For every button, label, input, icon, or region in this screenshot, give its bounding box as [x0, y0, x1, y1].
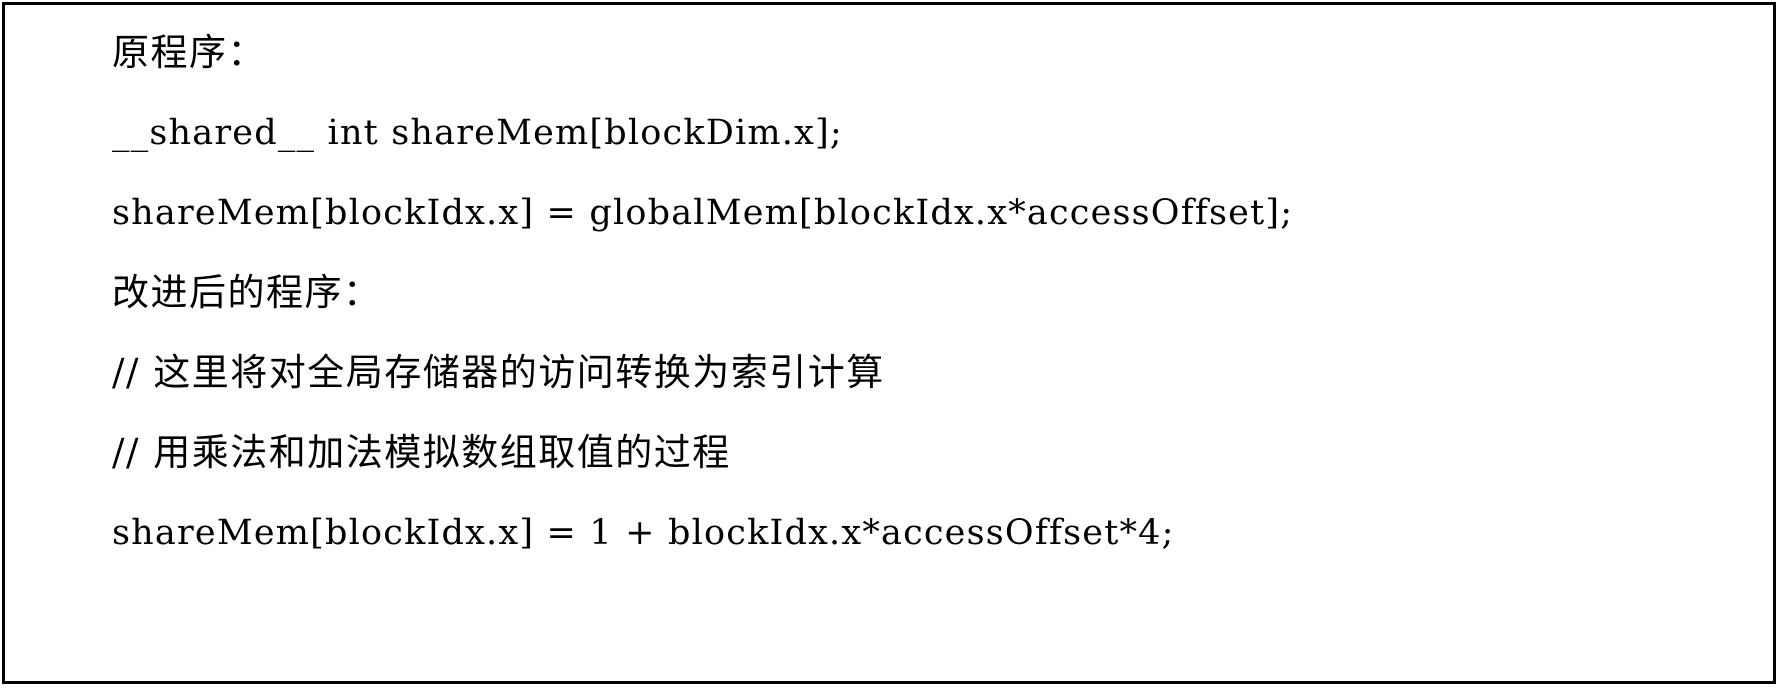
code-line-original-heading: 原程序：: [112, 31, 266, 74]
code-listing-box: 原程序： __shared__ int shareMem[blockDim.x]…: [2, 2, 1776, 684]
code-line-original-assign: shareMem[blockIdx.x] = globalMem[blockId…: [112, 193, 1294, 233]
code-line-comment-mul-add: // 用乘法和加法模拟数组取值的过程: [112, 431, 731, 474]
code-line-shared-decl: __shared__ int shareMem[blockDim.x];: [112, 113, 843, 153]
code-listing: 原程序： __shared__ int shareMem[blockDim.x]…: [112, 13, 1752, 573]
code-line-comment-index-calc: // 这里将对全局存储器的访问转换为索引计算: [112, 351, 885, 394]
code-line-improved-assign: shareMem[blockIdx.x] = 1 + blockIdx.x*ac…: [112, 513, 1175, 553]
code-line-improved-heading: 改进后的程序：: [112, 271, 382, 314]
